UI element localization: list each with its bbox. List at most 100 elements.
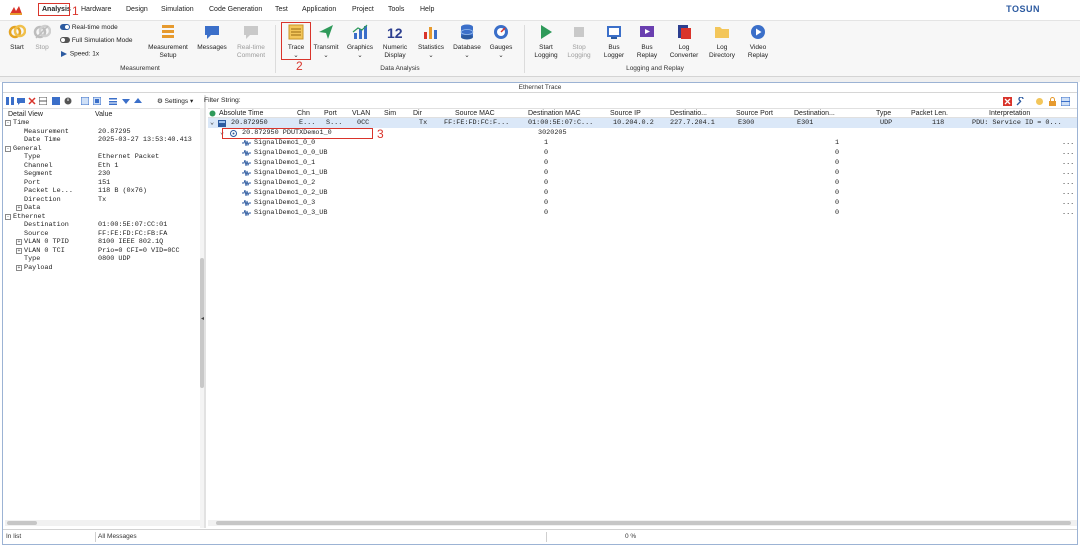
speed-selector[interactable]: Speed: 1x [60, 50, 99, 58]
tree-row-label[interactable]: Payload [24, 264, 53, 272]
app-logo-icon[interactable] [9, 5, 23, 16]
menu-help[interactable]: Help [420, 6, 434, 13]
column-packet-len[interactable]: Packet Len. [911, 110, 948, 117]
numeric-display-button[interactable]: 12 Numeric Display [380, 23, 410, 60]
tree-row-label[interactable]: Time [13, 119, 29, 127]
list-icon[interactable] [109, 97, 117, 105]
tree-row-label[interactable]: General [13, 145, 42, 153]
tree-row-label[interactable]: Direction [24, 196, 61, 204]
measurement-setup-button[interactable]: Measurement Setup [144, 23, 192, 60]
chevron-left-icon[interactable]: ◂ [201, 315, 204, 322]
signal-row[interactable]: SignalDemo1_0_3 0 0... [208, 198, 1077, 208]
wrench-icon[interactable] [1016, 97, 1025, 106]
gauges-button[interactable]: Gauges ⌄ [486, 23, 516, 60]
tree-row-label[interactable]: Data [24, 204, 40, 212]
column-source-port[interactable]: Source Port [736, 110, 773, 117]
bus-logger-button[interactable]: Bus Logger [599, 23, 629, 60]
tree-row-label[interactable]: Type [24, 153, 40, 161]
expand-toggle-icon[interactable]: + [16, 247, 22, 254]
export-icon[interactable] [52, 97, 60, 105]
collapse-toggle-icon[interactable]: - [5, 213, 11, 220]
tree-row-label[interactable]: Packet Le... [24, 187, 73, 195]
realtime-comment-button[interactable]: Real-time Comment [232, 23, 270, 60]
column-absolute-time[interactable]: Absolute Time [219, 110, 263, 117]
column-source-mac[interactable]: Source MAC [455, 110, 495, 117]
bus-replay-button[interactable]: Bus Replay [633, 23, 661, 60]
column-destination-ip[interactable]: Destinatio... [670, 110, 707, 117]
tree-row-label[interactable]: Destination [24, 221, 69, 229]
column-type[interactable]: Type [876, 110, 891, 117]
tree-row-label[interactable]: Ethernet [13, 213, 46, 221]
column-source-ip[interactable]: Source IP [610, 110, 641, 117]
signal-row[interactable]: SignalDemo1_0_3_UB 0 0... [208, 208, 1077, 218]
database-button[interactable]: Database ⌄ [451, 23, 483, 60]
log-directory-button[interactable]: Log Directory [706, 23, 738, 60]
expand-toggle-icon[interactable]: + [16, 264, 22, 271]
realtime-mode-toggle[interactable]: Real-time mode [60, 24, 118, 31]
left-horizontal-scrollbar[interactable] [5, 520, 200, 526]
column-port[interactable]: Port [324, 110, 337, 117]
layout-icon[interactable] [1061, 97, 1070, 106]
menu-simulation[interactable]: Simulation [161, 6, 194, 13]
graphics-button[interactable]: Graphics ⌄ [345, 23, 375, 60]
tree-row-label[interactable]: Measurement [24, 128, 69, 136]
settings-button[interactable]: ⚙ Settings ▾ [157, 97, 193, 105]
collapse-toggle-icon[interactable]: - [5, 120, 11, 126]
expand-toggle-icon[interactable]: + [16, 205, 22, 211]
signal-row[interactable]: SignalDemo1_0_0_UB 0 0... [208, 148, 1077, 158]
messages-button[interactable]: Messages [196, 23, 228, 52]
column-destination-mac[interactable]: Destination MAC [528, 110, 581, 117]
column-dir[interactable]: Dir [413, 110, 422, 117]
signal-row[interactable]: SignalDemo1_0_0 1 1... [208, 138, 1077, 148]
column-interpretation[interactable]: Interpretation [989, 110, 1030, 117]
grid-icon[interactable] [39, 97, 47, 105]
scrollbar-thumb[interactable] [216, 521, 1071, 525]
column-chn[interactable]: Chn [297, 110, 310, 117]
arrow-down-icon[interactable] [122, 97, 130, 105]
clear-icon[interactable] [28, 97, 36, 105]
menu-project[interactable]: Project [352, 6, 374, 13]
clear-filter-icon[interactable] [1003, 97, 1012, 106]
statistics-button[interactable]: Statistics ⌄ [415, 23, 447, 60]
collapse-toggle-icon[interactable]: - [5, 145, 11, 152]
tree-row-label[interactable]: Port [24, 179, 40, 187]
signal-row[interactable]: SignalDemo1_0_2 0 0... [208, 178, 1077, 188]
column-destination-port[interactable]: Destination... [794, 110, 835, 117]
tree-row-label[interactable]: Segment [24, 170, 53, 178]
video-replay-button[interactable]: Video Replay [742, 23, 774, 60]
filter-input[interactable] [251, 96, 991, 105]
menu-test[interactable]: Test [275, 6, 288, 13]
tree-row-label[interactable]: Type [24, 255, 40, 263]
start-logging-button[interactable]: Start Logging [531, 23, 561, 60]
signal-row[interactable]: SignalDemo1_0_1 0 0... [208, 158, 1077, 168]
column-vlan[interactable]: VLAN [352, 110, 370, 117]
signal-row[interactable]: SignalDemo1_0_1_UB 0 0... [208, 168, 1077, 178]
menu-application[interactable]: Application [302, 6, 336, 13]
lock-icon[interactable] [1048, 97, 1057, 106]
view-mode-icon[interactable] [81, 97, 89, 105]
stop-logging-button[interactable]: Stop Logging [564, 23, 594, 60]
tree-row-label[interactable]: VLAN 0 TPID [24, 238, 69, 246]
transmit-button[interactable]: Transmit ⌄ [312, 23, 340, 60]
tree-row-label[interactable]: Date Time [24, 136, 61, 144]
menu-design[interactable]: Design [126, 6, 148, 13]
menu-code-generation[interactable]: Code Generation [209, 6, 262, 13]
trace-horizontal-scrollbar[interactable] [208, 520, 1077, 526]
clock-icon[interactable] [64, 97, 72, 105]
highlight-icon[interactable] [1035, 97, 1044, 106]
log-converter-button[interactable]: Log Converter [666, 23, 702, 60]
stop-button[interactable]: Stop [31, 23, 53, 52]
tree-row-label[interactable]: Channel [24, 162, 53, 170]
start-button[interactable]: Start [6, 23, 28, 52]
chevron-down-icon[interactable]: ⌄ [210, 118, 214, 128]
arrow-up-icon[interactable] [134, 97, 142, 105]
full-sim-mode-toggle[interactable]: Full Simulation Mode [60, 37, 133, 44]
detail-mode-icon[interactable] [93, 97, 101, 105]
trace-packet-row[interactable]: ⌄ 20.872950 E... S... 0CC Tx FF:FE:FD:FC… [208, 118, 1077, 128]
menu-hardware[interactable]: Hardware [81, 6, 111, 13]
columns-icon[interactable] [6, 97, 14, 105]
signal-row[interactable]: SignalDemo1_0_2_UB 0 0... [208, 188, 1077, 198]
pane-splitter[interactable] [204, 95, 206, 528]
tree-row-label[interactable]: VLAN 0 TCI [24, 247, 65, 255]
window-title-bar[interactable]: Ethernet Trace [3, 83, 1077, 93]
